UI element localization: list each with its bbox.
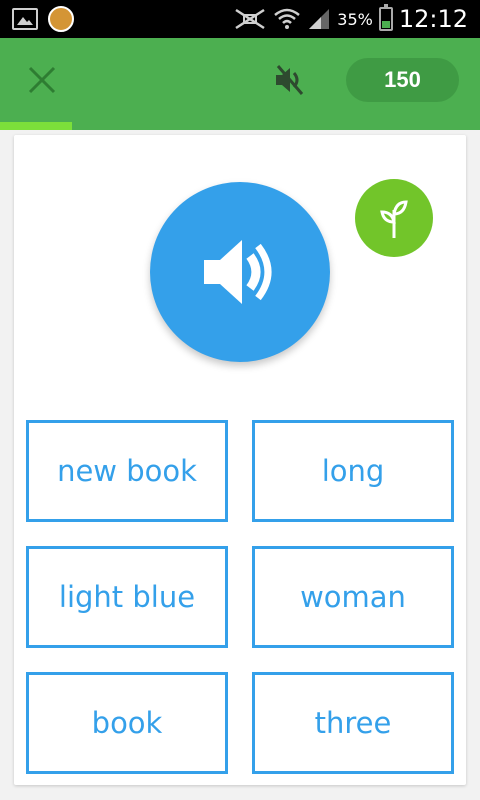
answer-option[interactable]: long bbox=[252, 420, 454, 522]
close-button[interactable] bbox=[26, 64, 58, 96]
status-bar: 35% 12:12 bbox=[0, 0, 480, 38]
top-bar: 150 bbox=[0, 38, 480, 122]
answer-option[interactable]: book bbox=[26, 672, 228, 774]
sound-muted-icon bbox=[276, 65, 304, 95]
battery-percent: 35% bbox=[337, 9, 373, 29]
clock: 12:12 bbox=[398, 5, 468, 33]
play-audio-button[interactable] bbox=[150, 182, 330, 362]
answer-option[interactable]: new book bbox=[26, 420, 228, 522]
wifi-icon bbox=[274, 8, 301, 29]
avatar bbox=[48, 6, 74, 32]
progress-fill bbox=[0, 122, 72, 130]
score-badge: 150 bbox=[346, 58, 459, 102]
battery-icon bbox=[378, 4, 393, 31]
answer-option[interactable]: woman bbox=[252, 546, 454, 648]
answer-option[interactable]: light blue bbox=[26, 546, 228, 648]
speaker-icon bbox=[204, 240, 272, 304]
sound-toggle-button[interactable] bbox=[272, 62, 308, 98]
close-icon bbox=[28, 66, 56, 94]
signal-icon bbox=[309, 9, 330, 29]
question-card: new book long light blue woman book thre… bbox=[14, 135, 466, 785]
answer-option[interactable]: three bbox=[252, 672, 454, 774]
progress-bar bbox=[0, 122, 480, 130]
gallery-icon bbox=[12, 8, 38, 30]
mute-icon bbox=[235, 8, 265, 30]
sprout-icon bbox=[380, 200, 408, 238]
sprout-badge bbox=[355, 179, 433, 257]
